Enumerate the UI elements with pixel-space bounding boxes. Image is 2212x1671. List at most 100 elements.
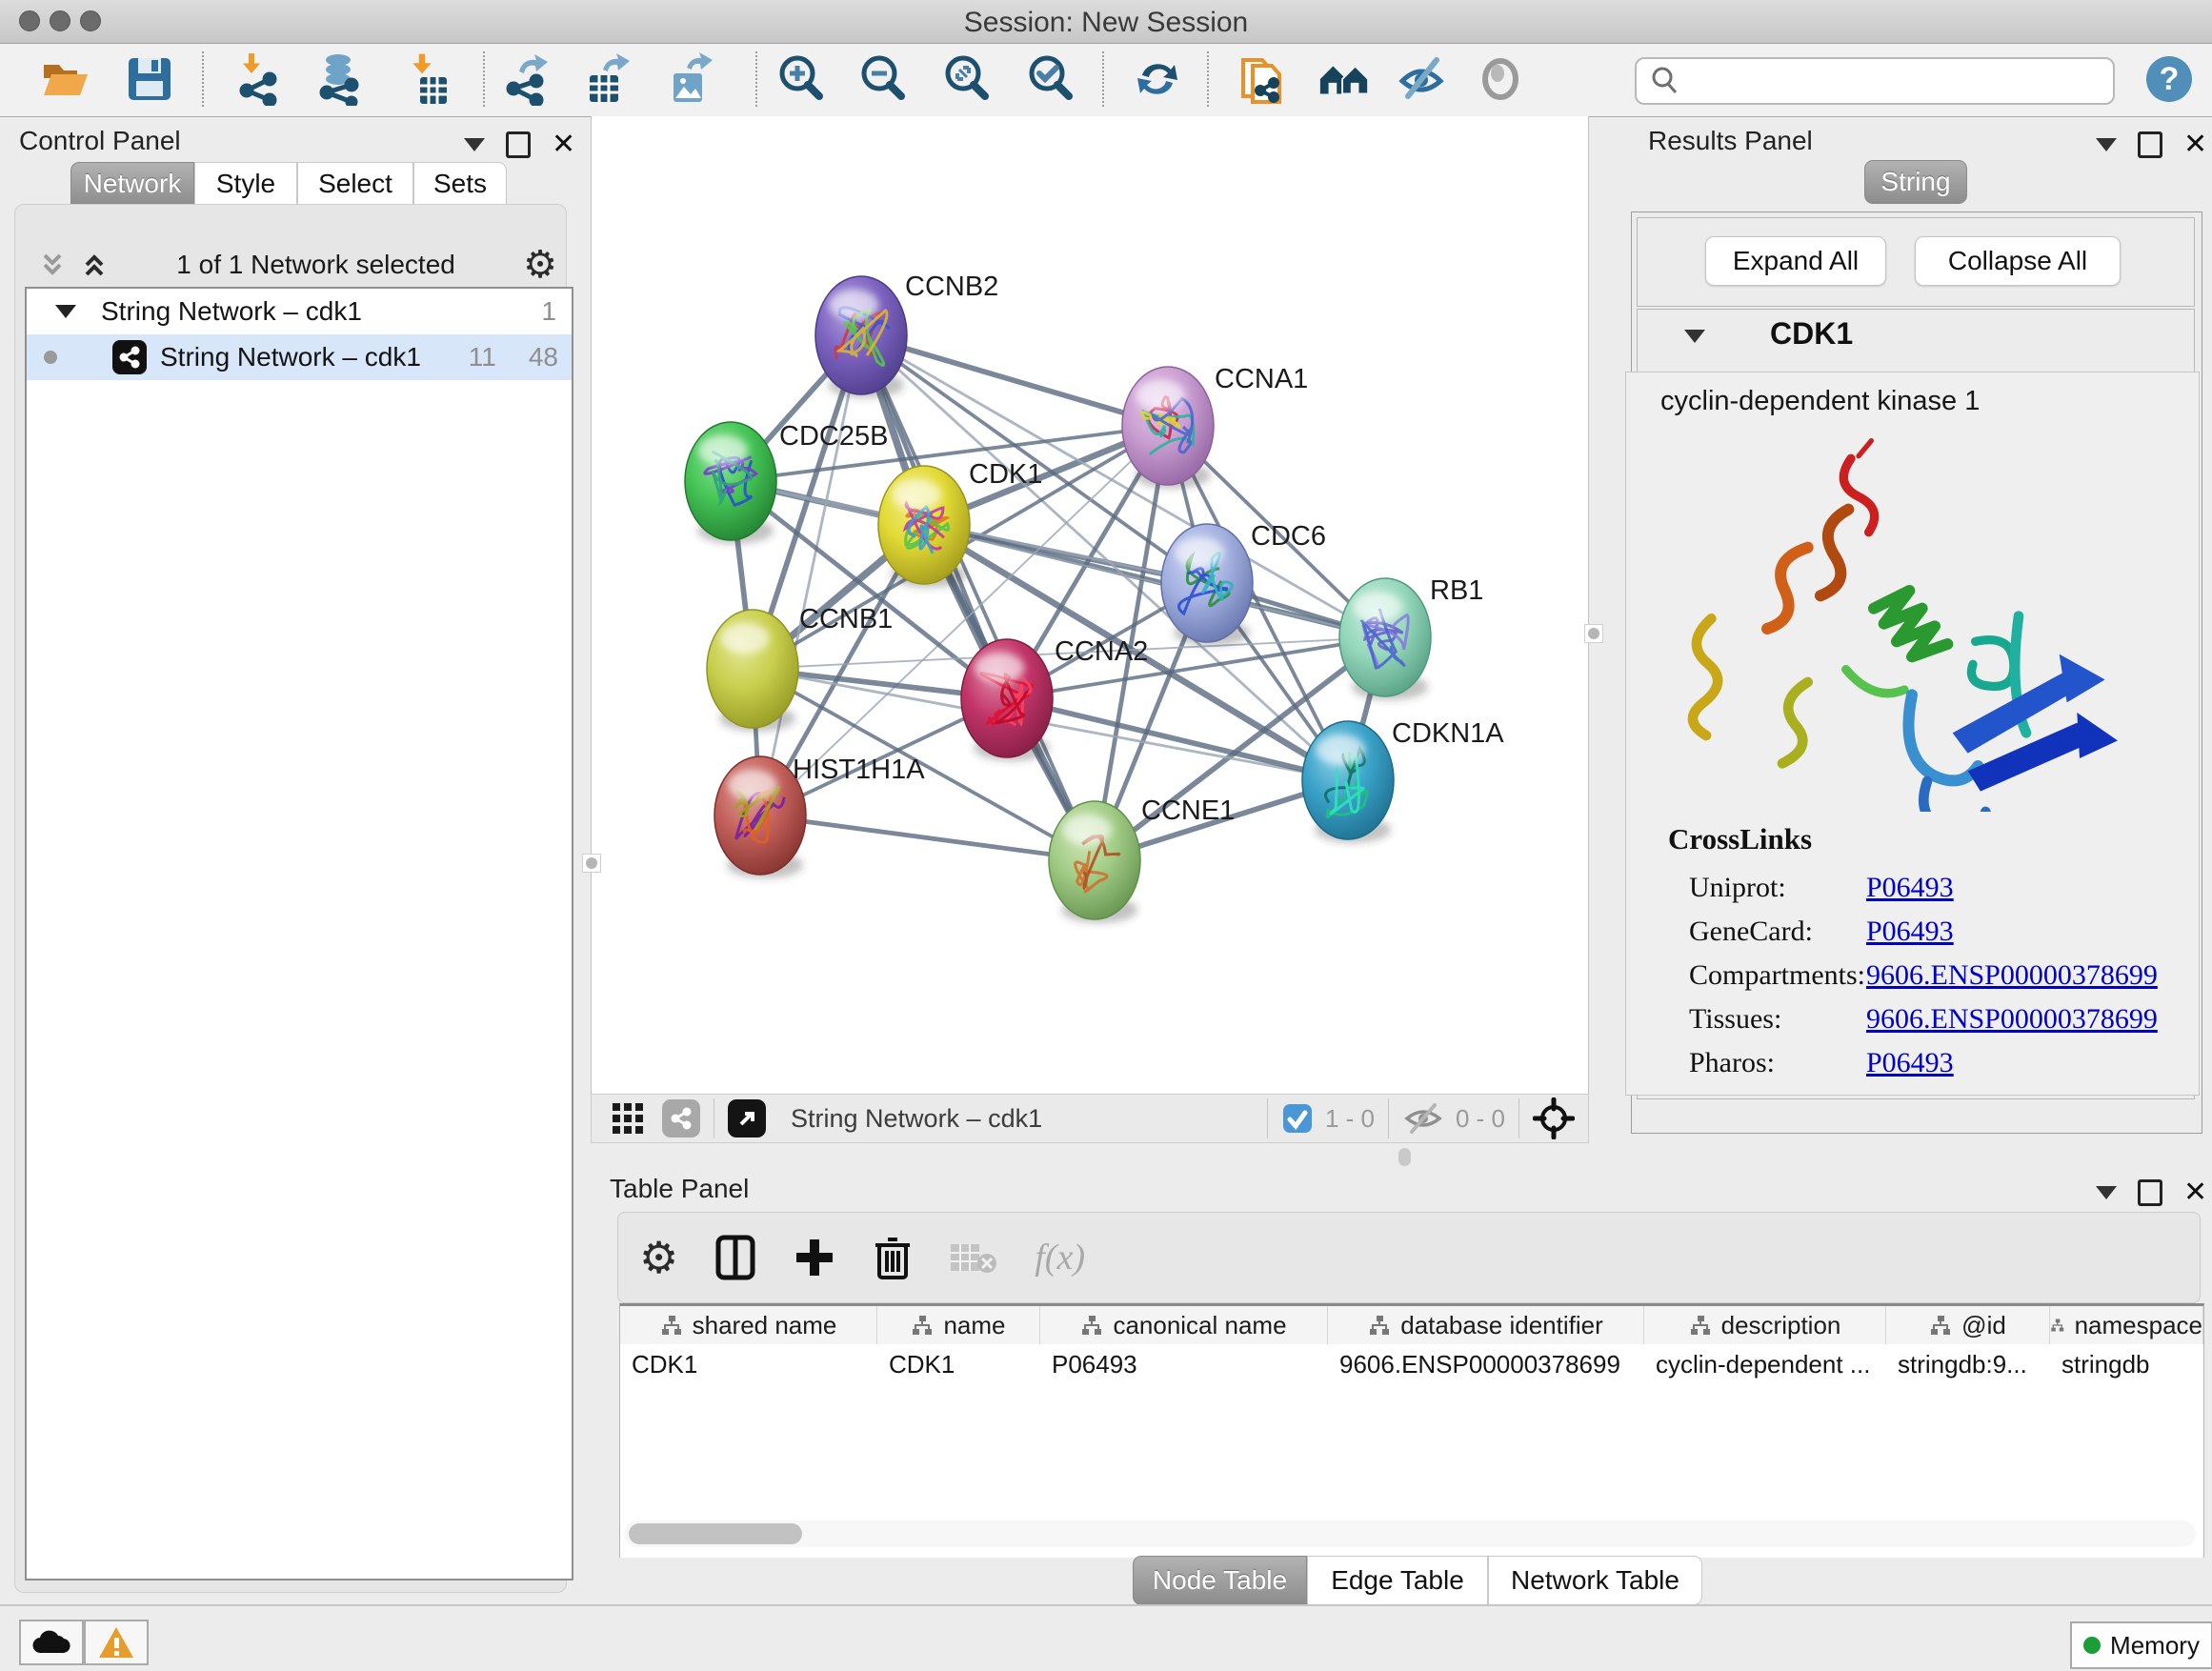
network-options-gear-icon[interactable]: ⚙ (523, 243, 557, 287)
network-edge-ccnb2-hist1h1a[interactable] (760, 335, 861, 815)
network-node-cdc6[interactable] (1161, 524, 1253, 646)
tab-network[interactable]: Network (70, 162, 194, 206)
show-columns-icon[interactable] (714, 1234, 756, 1281)
export-table-button[interactable] (581, 51, 636, 107)
tab-sets[interactable]: Sets (413, 162, 507, 206)
table-horizontal-scrollbar[interactable] (624, 1520, 2196, 1547)
table-cell[interactable]: cyclin-dependent ... (1644, 1344, 1886, 1384)
network-overview-icon[interactable] (662, 1099, 700, 1137)
network-from-selection-button[interactable] (1235, 51, 1290, 107)
column-header-name[interactable]: name (877, 1306, 1040, 1344)
crosslink-link[interactable]: 9606.ENSP00000378699 (1866, 959, 2158, 992)
close-panel-icon[interactable]: ✕ (2183, 134, 2207, 155)
search-input[interactable] (1682, 61, 2113, 101)
zoom-fit-button[interactable] (939, 51, 995, 107)
table-cell[interactable]: 9606.ENSP00000378699 (1328, 1344, 1644, 1384)
column-header-namespace[interactable]: namespace (2050, 1306, 2203, 1344)
network-node-cdk1[interactable] (878, 466, 970, 588)
function-builder-icon[interactable]: f(x) (1035, 1237, 1085, 1278)
help-button[interactable]: ? (2142, 51, 2197, 107)
float-panel-icon[interactable] (2138, 1179, 2162, 1206)
table-toolbar: ⚙ f(x) (617, 1212, 2201, 1303)
collapse-all-button[interactable]: Collapse All (1915, 236, 2121, 286)
import-network-file-button[interactable] (231, 51, 286, 107)
table-row[interactable]: CDK1CDK1P064939606.ENSP00000378699cyclin… (620, 1344, 2203, 1384)
memory-button[interactable]: Memory (2070, 1621, 2212, 1669)
selected-checkbox-icon[interactable] (1281, 1102, 1314, 1135)
zoom-out-button[interactable] (855, 51, 911, 107)
collapse-panel-icon[interactable] (2096, 1186, 2117, 1199)
float-panel-icon[interactable] (506, 131, 531, 158)
grid-view-icon[interactable] (609, 1099, 647, 1137)
crosslink-link[interactable]: P06493 (1866, 916, 1954, 948)
tree-expand-icon[interactable] (55, 305, 76, 318)
crosslink-link[interactable]: P06493 (1866, 1047, 1954, 1079)
birdseye-crosshair-icon[interactable] (1533, 1097, 1575, 1139)
column-header-@id[interactable]: @id (1886, 1306, 2050, 1344)
crosslink-row: Uniprot:P06493 (1626, 866, 2199, 910)
network-row[interactable]: String Network – cdk1 11 48 (27, 334, 572, 380)
add-column-icon[interactable] (793, 1236, 836, 1279)
warnings-button[interactable] (84, 1620, 149, 1665)
import-network-database-button[interactable] (311, 51, 366, 107)
network-node-ccna2[interactable] (961, 639, 1053, 761)
collapse-panel-icon[interactable] (2096, 138, 2117, 151)
network-node-ccna1[interactable] (1122, 367, 1214, 489)
export-image-button[interactable] (663, 51, 718, 107)
table-cell[interactable]: CDK1 (620, 1344, 877, 1384)
network-node-rb1[interactable] (1339, 578, 1431, 700)
open-in-new-window-icon[interactable] (728, 1099, 766, 1137)
network-collection-row[interactable]: String Network – cdk1 1 (27, 289, 572, 334)
bottom-splitter-handle[interactable] (1398, 1148, 1411, 1166)
results-tab-string[interactable]: String (1864, 160, 1967, 204)
network-view-canvas[interactable]: CCNB2CCNA1CDC25BCDK1CDC6RB1CCNB1CCNA2CDK… (591, 116, 1589, 1094)
table-cell[interactable]: stringdb (2050, 1344, 2203, 1384)
collapse-all-chevrons-icon[interactable] (38, 251, 67, 279)
open-session-button[interactable] (38, 51, 93, 107)
close-panel-icon[interactable]: ✕ (2183, 1182, 2207, 1203)
collapse-panel-icon[interactable] (464, 138, 485, 151)
float-panel-icon[interactable] (2138, 131, 2162, 158)
crosslink-link[interactable]: P06493 (1866, 872, 1954, 904)
column-header-shared-name[interactable]: shared name (620, 1306, 877, 1344)
left-splitter-handle[interactable] (582, 854, 601, 873)
right-splitter-handle[interactable] (1584, 624, 1603, 643)
first-neighbors-button[interactable] (1317, 51, 1372, 107)
zoom-selected-button[interactable] (1023, 51, 1078, 107)
tab-edge-table[interactable]: Edge Table (1307, 1556, 1488, 1605)
export-network-button[interactable] (499, 51, 554, 107)
tab-node-table[interactable]: Node Table (1133, 1556, 1307, 1605)
table-cell[interactable]: stringdb:9... (1886, 1344, 2050, 1384)
network-node-ccnb1[interactable] (707, 610, 798, 732)
tab-network-table[interactable]: Network Table (1488, 1556, 1702, 1605)
network-edge-ccnb2-ccna1[interactable] (861, 335, 1168, 426)
network-node-cdkn1a[interactable] (1302, 721, 1394, 843)
import-table-file-button[interactable] (398, 51, 453, 107)
network-node-ccne1[interactable] (1049, 801, 1140, 923)
show-graphics-details-button[interactable] (1395, 51, 1450, 107)
scrollbar-thumb[interactable] (629, 1523, 802, 1544)
tab-style[interactable]: Style (194, 162, 297, 206)
hide-graphics-details-button[interactable] (1473, 51, 1528, 107)
cloud-status-button[interactable] (19, 1620, 84, 1665)
expand-all-chevrons-icon[interactable] (80, 251, 109, 279)
expand-all-button[interactable]: Expand All (1705, 236, 1886, 286)
hidden-eye-slash-icon[interactable] (1402, 1101, 1444, 1136)
delete-column-icon[interactable] (873, 1234, 913, 1281)
tab-select[interactable]: Select (297, 162, 413, 206)
network-node-ccnb2[interactable] (815, 276, 907, 398)
column-header-canonical-name[interactable]: canonical name (1040, 1306, 1328, 1344)
column-header-description[interactable]: description (1644, 1306, 1886, 1344)
save-session-button[interactable] (122, 51, 177, 107)
table-cell[interactable]: P06493 (1040, 1344, 1328, 1384)
network-edge-hist1h1a-ccne1[interactable] (760, 815, 1095, 860)
gene-collapse-caret[interactable] (1684, 330, 1705, 343)
network-node-cdc25b[interactable] (685, 422, 776, 544)
table-options-gear-icon[interactable]: ⚙ (639, 1232, 678, 1283)
apply-layout-button[interactable] (1130, 51, 1185, 107)
close-panel-icon[interactable]: ✕ (552, 134, 575, 155)
table-cell[interactable]: CDK1 (877, 1344, 1040, 1384)
column-header-database-identifier[interactable]: database identifier (1328, 1306, 1644, 1344)
zoom-in-button[interactable] (774, 51, 829, 107)
crosslink-link[interactable]: 9606.ENSP00000378699 (1866, 1003, 2158, 1036)
